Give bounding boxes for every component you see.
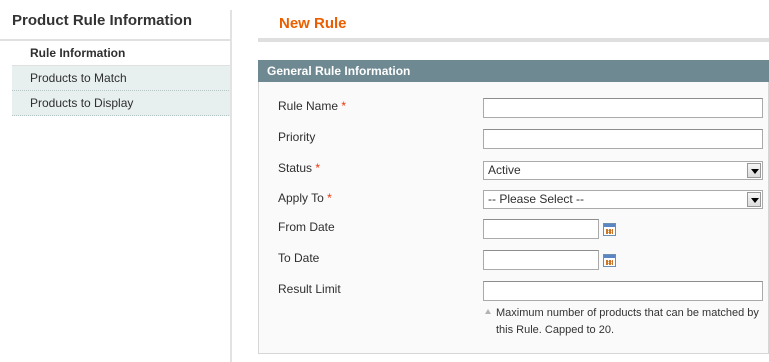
status-select[interactable]: Active <box>483 161 763 180</box>
rule-name-input[interactable] <box>483 98 763 118</box>
note-arrow-icon <box>485 309 491 314</box>
tab-rule-information[interactable]: Rule Information <box>12 41 231 66</box>
required-mark: * <box>315 161 321 175</box>
status-label-text: Status <box>278 161 313 175</box>
apply-to-label: Apply To * <box>278 191 332 205</box>
to-date-input[interactable] <box>483 250 599 270</box>
apply-to-select[interactable]: -- Please Select -- <box>483 190 763 209</box>
title-divider <box>258 38 769 42</box>
tab-products-to-match[interactable]: Products to Match <box>12 66 231 91</box>
to-date-label: To Date <box>278 251 320 265</box>
required-mark: * <box>341 99 347 113</box>
sidebar-title: Product Rule Information <box>12 12 192 29</box>
from-date-input[interactable] <box>483 219 599 239</box>
calendar-icon[interactable] <box>603 223 616 236</box>
result-limit-input[interactable] <box>483 281 763 301</box>
sidebar-border <box>230 10 232 362</box>
chevron-down-icon[interactable] <box>747 192 761 207</box>
apply-to-select-value: -- Please Select -- <box>488 192 585 206</box>
result-limit-label: Result Limit <box>278 282 341 296</box>
required-mark: * <box>327 191 332 205</box>
page-title: New Rule <box>279 15 347 32</box>
calendar-icon[interactable] <box>603 254 616 267</box>
sidebar: Product Rule Information Rule Informatio… <box>0 0 232 362</box>
chevron-down-icon[interactable] <box>747 163 761 178</box>
rule-name-label-text: Rule Name <box>278 99 339 113</box>
tab-products-to-display[interactable]: Products to Display <box>12 91 231 116</box>
apply-to-label-text: Apply To <box>278 191 324 205</box>
result-limit-note: Maximum number of products that can be m… <box>496 307 759 336</box>
rule-name-label: Rule Name * <box>278 99 346 113</box>
sidebar-tabs: Rule Information Products to Match Produ… <box>12 41 231 116</box>
from-date-label: From Date <box>278 220 335 234</box>
fieldset-header: General Rule Information <box>258 60 769 82</box>
priority-label: Priority <box>278 130 316 144</box>
priority-input[interactable] <box>483 129 763 149</box>
status-label: Status * <box>278 161 320 175</box>
status-select-value: Active <box>488 163 521 177</box>
